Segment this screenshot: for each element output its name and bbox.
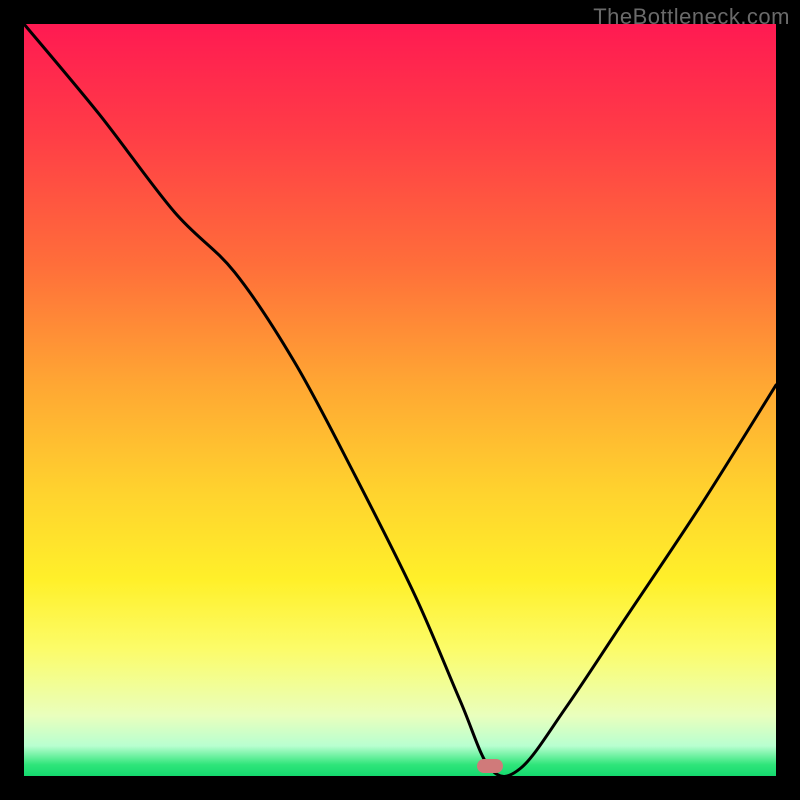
chart-frame: TheBottleneck.com [0, 0, 800, 800]
bottleneck-curve-path [24, 24, 776, 776]
watermark-label: TheBottleneck.com [593, 4, 790, 30]
optimal-point-marker [477, 759, 503, 773]
plot-area [24, 24, 776, 776]
bottleneck-curve-svg [24, 24, 776, 776]
